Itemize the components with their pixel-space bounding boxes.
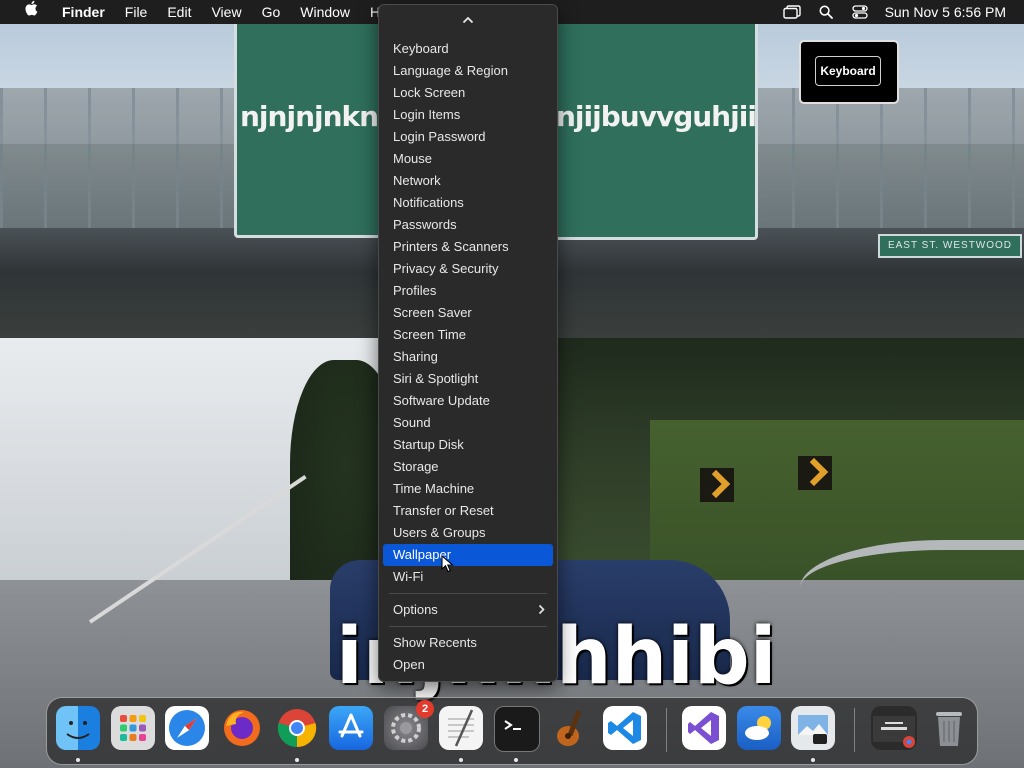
menu-item-privacy-security[interactable]: Privacy & Security	[383, 258, 553, 280]
menu-separator	[389, 593, 547, 594]
system-settings-dropdown-menu: Keyboard Language & Region Lock Screen L…	[378, 4, 558, 682]
menu-item-wallpaper[interactable]: Wallpaper	[383, 544, 553, 566]
menu-item-wifi[interactable]: Wi-Fi	[383, 566, 553, 588]
menu-item-passwords[interactable]: Passwords	[383, 214, 553, 236]
weather-icon[interactable]	[737, 706, 781, 750]
finder-icon[interactable]	[56, 706, 100, 750]
menu-item-printers-scanners[interactable]: Printers & Scanners	[383, 236, 553, 258]
vscode-icon[interactable]	[603, 706, 647, 750]
keyboard-overlay: Keyboard	[799, 40, 899, 104]
menu-item-language-region[interactable]: Language & Region	[383, 60, 553, 82]
menu-item-sound[interactable]: Sound	[383, 412, 553, 434]
menu-window[interactable]: Window	[290, 0, 360, 24]
menu-item-list: Keyboard Language & Region Lock Screen L…	[383, 38, 553, 676]
menu-item-options[interactable]: Options	[383, 599, 553, 621]
launchpad-icon[interactable]	[111, 706, 155, 750]
menu-item-time-machine[interactable]: Time Machine	[383, 478, 553, 500]
street-sign: EAST ST. WESTWOOD	[878, 234, 1022, 258]
mouse-pointer-icon	[441, 555, 454, 573]
chrome-window-thumbnail-icon[interactable]	[871, 706, 917, 750]
running-indicator	[811, 758, 815, 762]
menu-item-transfer-reset[interactable]: Transfer or Reset	[383, 500, 553, 522]
menu-file[interactable]: File	[115, 0, 158, 24]
dock-divider	[854, 708, 855, 752]
app-store-icon[interactable]	[329, 706, 373, 750]
menu-go[interactable]: Go	[252, 0, 291, 24]
menu-item-show-recents[interactable]: Show Recents	[383, 632, 553, 654]
terminal-icon[interactable]	[494, 706, 540, 752]
menu-item-users-groups[interactable]: Users & Groups	[383, 522, 553, 544]
menu-item-screen-time[interactable]: Screen Time	[383, 324, 553, 346]
control-center-icon[interactable]	[843, 0, 877, 24]
keyboard-overlay-label: Keyboard	[815, 56, 881, 86]
app-menu-finder[interactable]: Finder	[52, 0, 115, 24]
running-indicator	[459, 758, 463, 762]
firefox-icon[interactable]	[220, 706, 264, 750]
menu-item-profiles[interactable]: Profiles	[383, 280, 553, 302]
menu-item-login-password[interactable]: Login Password	[383, 126, 553, 148]
textedit-icon[interactable]	[439, 706, 483, 750]
menu-item-startup-disk[interactable]: Startup Disk	[383, 434, 553, 456]
system-settings-icon[interactable]: 2	[384, 700, 434, 750]
sign-right-text: njijbuvvguhjii	[556, 100, 757, 133]
dock: 2	[46, 697, 978, 765]
menu-separator	[389, 626, 547, 627]
menu-item-network[interactable]: Network	[383, 170, 553, 192]
window-switcher-icon[interactable]	[775, 0, 809, 24]
spotlight-search-icon[interactable]	[809, 0, 843, 24]
menu-bar-extras: Sun Nov 5 6:56 PM	[775, 0, 1024, 24]
notification-badge: 2	[416, 700, 434, 718]
menu-item-lock-screen[interactable]: Lock Screen	[383, 82, 553, 104]
menu-item-keyboard[interactable]: Keyboard	[383, 38, 553, 60]
menu-item-siri-spotlight[interactable]: Siri & Spotlight	[383, 368, 553, 390]
menu-item-options-label: Options	[393, 602, 438, 617]
running-indicator	[295, 758, 299, 762]
menu-item-mouse[interactable]: Mouse	[383, 148, 553, 170]
chevron-up-icon	[462, 16, 474, 24]
menu-item-screen-saver[interactable]: Screen Saver	[383, 302, 553, 324]
menu-item-notifications[interactable]: Notifications	[383, 192, 553, 214]
menu-item-sharing[interactable]: Sharing	[383, 346, 553, 368]
garageband-icon[interactable]	[548, 706, 592, 750]
dock-divider	[666, 708, 667, 752]
chrome-icon[interactable]	[275, 706, 319, 750]
running-indicator	[514, 758, 518, 762]
menu-item-storage[interactable]: Storage	[383, 456, 553, 478]
apple-icon[interactable]	[10, 0, 52, 24]
visual-studio-icon[interactable]	[682, 706, 726, 750]
running-indicator	[76, 758, 80, 762]
scroll-up-arrow[interactable]	[379, 9, 557, 31]
menu-item-open[interactable]: Open	[383, 654, 553, 676]
preview-icon[interactable]	[791, 706, 835, 750]
chevron-sign-icon	[700, 468, 734, 502]
menu-view[interactable]: View	[201, 0, 251, 24]
menu-edit[interactable]: Edit	[157, 0, 201, 24]
trash-icon[interactable]	[927, 706, 971, 750]
menu-item-login-items[interactable]: Login Items	[383, 104, 553, 126]
safari-icon[interactable]	[165, 706, 209, 750]
menu-item-software-update[interactable]: Software Update	[383, 390, 553, 412]
chevron-sign-icon	[798, 456, 832, 490]
menu-bar-clock[interactable]: Sun Nov 5 6:56 PM	[877, 4, 1024, 20]
chevron-right-icon	[538, 599, 545, 621]
